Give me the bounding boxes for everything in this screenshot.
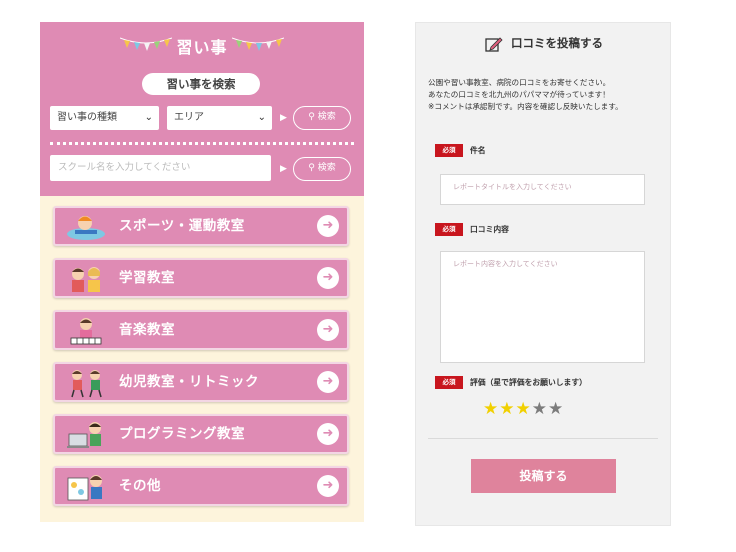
- sports-icon: [67, 216, 105, 240]
- category-music[interactable]: 音楽教室 ➜: [53, 310, 349, 350]
- category-study[interactable]: 学習教室 ➜: [53, 258, 349, 298]
- content-label: 口コミ内容: [470, 225, 509, 234]
- toddler-icon: [71, 370, 102, 398]
- review-form-panel: 口コミを投稿する 公園や習い事教室、病院の口コミをお寄せください。 あなたの口コ…: [415, 22, 671, 526]
- content-textarea[interactable]: レポート内容を入力してください: [440, 251, 645, 363]
- category-label: 音楽教室: [119, 322, 175, 338]
- required-badge: 必須: [435, 223, 463, 236]
- star-icon[interactable]: ★: [483, 399, 499, 419]
- programming-icon: [67, 422, 101, 448]
- star-icon[interactable]: ★: [499, 399, 515, 419]
- star-icon[interactable]: ★: [516, 399, 532, 419]
- category-label: プログラミング教室: [119, 426, 245, 442]
- category-label: 幼児教室・リトミック: [119, 374, 259, 390]
- category-search-label: 検索: [317, 112, 336, 122]
- subject-label: 件名: [470, 146, 486, 155]
- area-select[interactable]: エリア ⌄: [167, 106, 272, 130]
- star-icon[interactable]: ★: [532, 399, 548, 419]
- intro-line: あなたの口コミを北九州のパパママが待っています！: [428, 90, 610, 99]
- edit-icon: [485, 36, 503, 52]
- play-arrow-icon: ▶: [280, 113, 287, 123]
- intro-line: 公園や習い事教室、病院の口コミをお寄せください。: [428, 78, 611, 87]
- study-icon: [72, 267, 100, 292]
- category-label: その他: [119, 478, 161, 494]
- music-icon: [70, 318, 102, 345]
- rating-label: 評価（星で評価をお願いします）: [470, 378, 587, 387]
- intro-line: ※コメントは承認制です。内容を確認し反映いたします。: [428, 102, 623, 111]
- required-badge: 必須: [435, 144, 463, 157]
- arrow-right-icon: ➜: [317, 423, 339, 445]
- review-form-title-text: 口コミを投稿する: [511, 36, 603, 50]
- arrow-right-icon: ➜: [317, 215, 339, 237]
- review-form-title: 口コミを投稿する: [416, 35, 672, 52]
- arrow-right-icon: ➜: [317, 319, 339, 341]
- star-rating[interactable]: ★★★★★: [483, 399, 564, 419]
- lesson-search-area: 習い事 習い事を検索 習い事の種類 ⌄ エリア ⌄ ▶ ⚲ 検索 スクール名を入: [40, 22, 364, 196]
- subject-input[interactable]: レポートタイトルを入力してください: [440, 174, 645, 205]
- category-label: スポーツ・運動教室: [119, 218, 245, 234]
- intro-text: 公園や習い事教室、病院の口コミをお寄せください。 あなたの口コミを北九州のパパマ…: [428, 77, 664, 113]
- star-icon[interactable]: ★: [548, 399, 564, 419]
- chevron-down-icon: ⌄: [257, 112, 266, 123]
- bunting-decoration-right: [232, 37, 284, 51]
- name-search-label: 検索: [317, 163, 336, 173]
- other-icon: [67, 475, 102, 501]
- category-programming[interactable]: プログラミング教室 ➜: [53, 414, 349, 454]
- required-badge: 必須: [435, 376, 463, 389]
- category-label: 学習教室: [119, 270, 175, 286]
- search-heading-pill: 習い事を検索: [142, 73, 260, 95]
- lessons-panel: 習い事 習い事を検索 習い事の種類 ⌄ エリア ⌄ ▶ ⚲ 検索 スクール名を入: [40, 22, 364, 522]
- arrow-right-icon: ➜: [317, 371, 339, 393]
- arrow-right-icon: ➜: [317, 475, 339, 497]
- lesson-type-value: 習い事の種類: [57, 112, 117, 123]
- category-toddler[interactable]: 幼児教室・リトミック ➜: [53, 362, 349, 402]
- chevron-down-icon: ⌄: [144, 112, 153, 123]
- category-search-button[interactable]: ⚲ 検索: [293, 106, 351, 130]
- name-search-button[interactable]: ⚲ 検索: [293, 157, 351, 181]
- divider: [428, 438, 658, 439]
- submit-button[interactable]: 投稿する: [471, 459, 616, 493]
- search-icon: ⚲: [308, 163, 315, 173]
- play-arrow-icon: ▶: [280, 164, 287, 174]
- arrow-right-icon: ➜: [317, 267, 339, 289]
- area-value: エリア: [174, 112, 204, 123]
- dotted-divider: [50, 142, 354, 145]
- title-row: 習い事: [40, 28, 364, 62]
- school-name-input[interactable]: スクール名を入力してください: [50, 155, 271, 181]
- category-other[interactable]: その他 ➜: [53, 466, 349, 506]
- search-icon: ⚲: [308, 112, 315, 122]
- page-title: 習い事: [176, 38, 228, 57]
- lesson-type-select[interactable]: 習い事の種類 ⌄: [50, 106, 159, 130]
- category-sports[interactable]: スポーツ・運動教室 ➜: [53, 206, 349, 246]
